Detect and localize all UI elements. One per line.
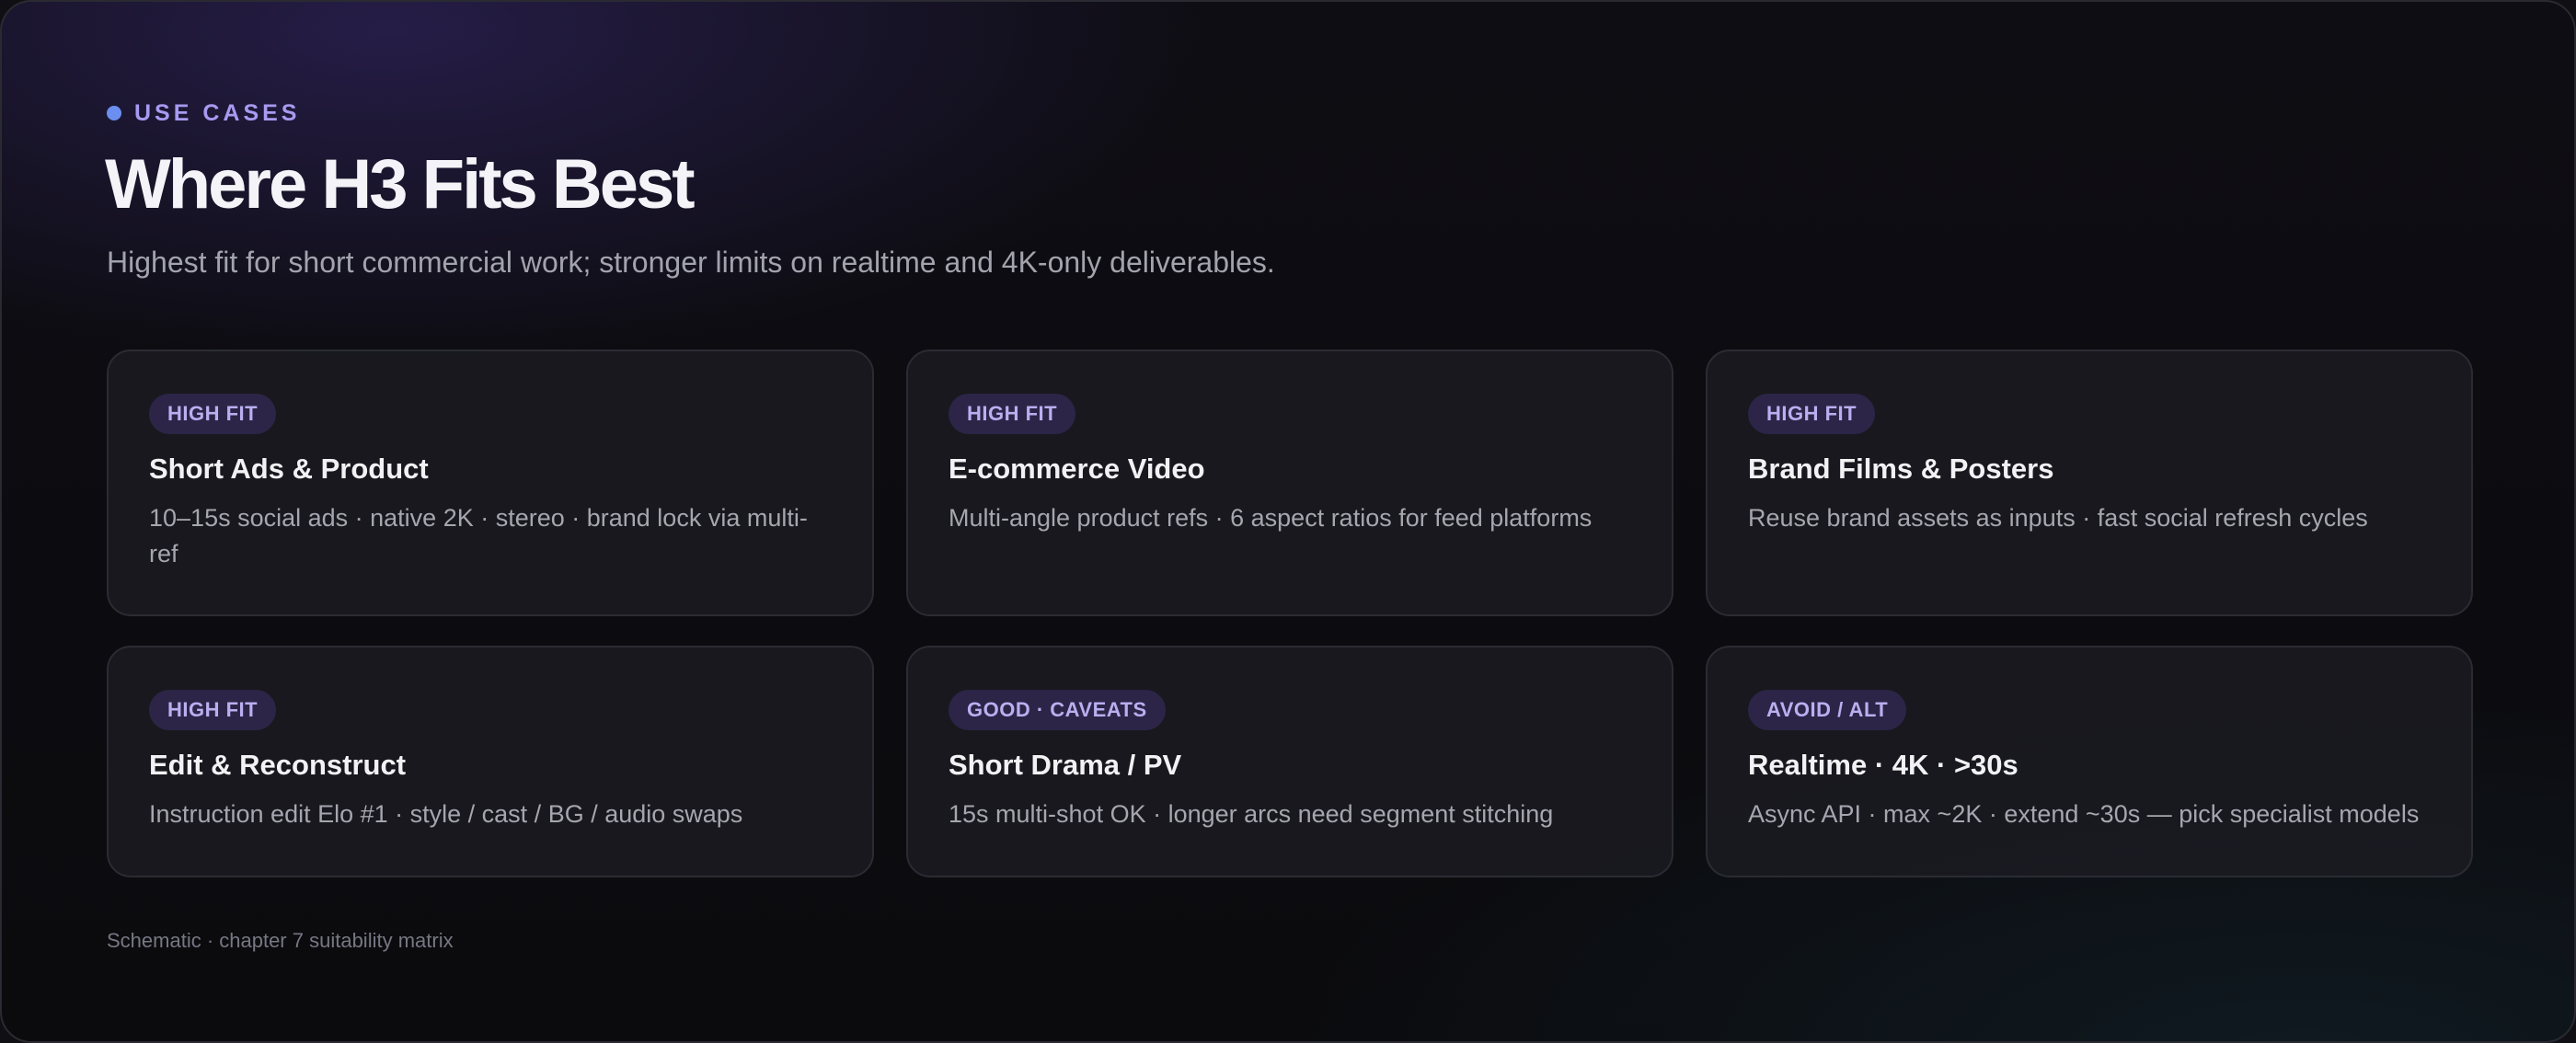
card-title: Edit & Reconstruct	[149, 749, 407, 781]
use-case-card-brand-films: HIGH FIT Brand Films & Posters Reuse bra…	[1706, 350, 2473, 616]
fit-badge: AVOID / ALT	[1748, 690, 1907, 730]
footnote: Schematic · chapter 7 suitability matrix	[107, 929, 454, 952]
use-case-card-edit-reconstruct: HIGH FIT Edit & Reconstruct Instruction …	[107, 646, 874, 877]
use-case-card-short-ads: HIGH FIT Short Ads & Product 10–15s soci…	[107, 350, 874, 616]
card-description: Async API · max ~2K · extend ~30s — pick…	[1748, 800, 2420, 828]
card-description: 10–15s social ads · native 2K · stereo ·…	[149, 504, 808, 567]
card-description: Reuse brand assets as inputs · fast soci…	[1748, 504, 2368, 532]
card-title: Realtime · 4K · >30s	[1748, 749, 2018, 781]
fit-badge: HIGH FIT	[1748, 394, 1876, 434]
card-title: E-commerce Video	[949, 453, 1205, 485]
use-case-grid: HIGH FIT Short Ads & Product 10–15s soci…	[107, 350, 2473, 877]
section-eyebrow: USE CASES	[107, 99, 300, 127]
page-title: Where H3 Fits Best	[105, 145, 696, 224]
card-description: Multi-angle product refs · 6 aspect rati…	[949, 504, 1593, 532]
card-description: Instruction edit Elo #1 · style / cast /…	[149, 800, 743, 828]
fit-badge: GOOD · CAVEATS	[949, 690, 1166, 730]
use-cases-panel: USE CASES Where H3 Fits Best Highest fit…	[0, 0, 2576, 1043]
card-title: Short Drama / PV	[949, 749, 1182, 781]
fit-badge: HIGH FIT	[149, 394, 277, 434]
fit-badge: HIGH FIT	[149, 690, 277, 730]
card-description: 15s multi-shot OK · longer arcs need seg…	[949, 800, 1554, 828]
card-title: Short Ads & Product	[149, 453, 429, 485]
dot-icon	[107, 106, 121, 120]
use-case-card-ecommerce: HIGH FIT E-commerce Video Multi-angle pr…	[906, 350, 1673, 616]
use-case-card-short-drama: GOOD · CAVEATS Short Drama / PV 15s mult…	[906, 646, 1673, 877]
page-subtitle: Highest fit for short commercial work; s…	[107, 246, 1275, 279]
fit-badge: HIGH FIT	[949, 394, 1076, 434]
use-case-card-realtime: AVOID / ALT Realtime · 4K · >30s Async A…	[1706, 646, 2473, 877]
eyebrow-label: USE CASES	[134, 100, 301, 126]
card-title: Brand Films & Posters	[1748, 453, 2054, 485]
